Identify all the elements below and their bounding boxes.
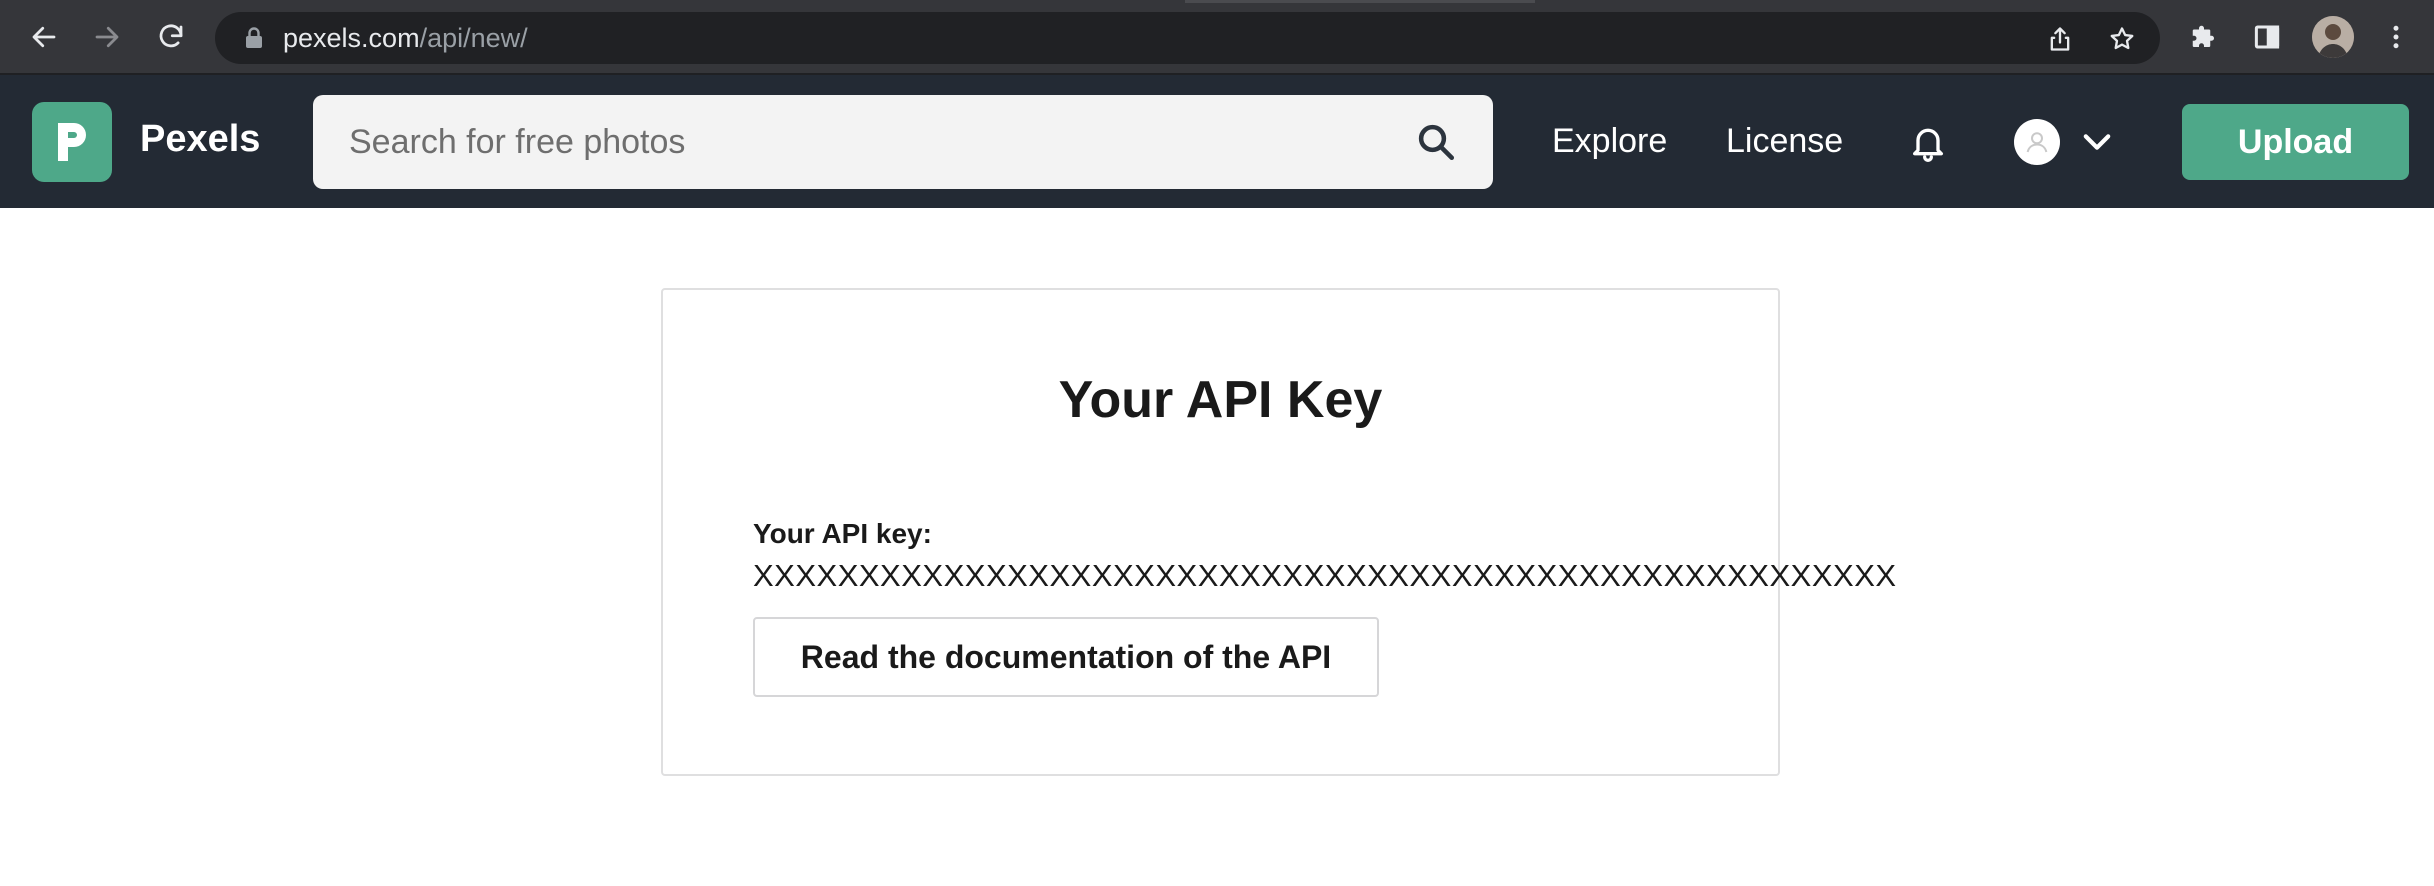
bookmark-button[interactable] bbox=[2105, 22, 2139, 56]
api-key-card: Your API Key Your API key: XXXXXXXXXXXXX… bbox=[661, 288, 1896, 776]
share-button[interactable] bbox=[2043, 22, 2077, 56]
forward-button[interactable] bbox=[87, 17, 127, 57]
extensions-button[interactable] bbox=[2184, 17, 2224, 57]
side-panel-icon bbox=[2254, 25, 2280, 49]
site-header: Pexels Explore License Upload bbox=[0, 75, 2434, 208]
page-title: Your API Key bbox=[1058, 371, 1383, 429]
browser-profile-avatar[interactable] bbox=[2312, 16, 2354, 58]
bell-icon[interactable] bbox=[1908, 121, 1948, 163]
user-avatar[interactable] bbox=[2014, 119, 2060, 165]
api-key-value[interactable]: XXXXXXXXXXXXXXXXXXXXXXXXXXXXXXXXXXXXXXXX… bbox=[753, 558, 1897, 594]
pexels-logo-icon bbox=[58, 123, 86, 161]
upload-button[interactable]: Upload bbox=[2182, 104, 2409, 180]
side-panel-button[interactable] bbox=[2247, 17, 2287, 57]
url-text: pexels.com/api/new/ bbox=[283, 23, 528, 53]
nav-explore[interactable]: Explore bbox=[1552, 122, 1667, 161]
api-key-label: Your API key: bbox=[753, 518, 932, 549]
reload-icon bbox=[159, 24, 183, 48]
read-documentation-button[interactable]: Read the documentation of the API bbox=[753, 617, 1379, 697]
user-avatar-icon bbox=[2026, 132, 2048, 153]
puzzle-icon bbox=[2192, 25, 2214, 47]
nav-license[interactable]: License bbox=[1726, 122, 1843, 161]
url-path: /api/new/ bbox=[419, 23, 528, 53]
browser-menu-button[interactable] bbox=[2376, 17, 2416, 57]
kebab-menu-icon bbox=[2393, 25, 2399, 49]
search-input[interactable] bbox=[349, 95, 1349, 189]
reload-button[interactable] bbox=[151, 17, 191, 57]
lock-icon bbox=[246, 27, 262, 48]
search-bar[interactable] bbox=[313, 95, 1493, 189]
search-icon[interactable] bbox=[1415, 121, 1457, 163]
browser-toolbar: pexels.com/api/new/ bbox=[0, 0, 2434, 75]
url-host: pexels.com bbox=[283, 23, 420, 53]
back-button[interactable] bbox=[24, 17, 64, 57]
forward-arrow-icon bbox=[95, 26, 119, 48]
pexels-logo[interactable] bbox=[32, 102, 112, 182]
chevron-down-icon[interactable] bbox=[2080, 128, 2114, 156]
back-arrow-icon bbox=[32, 26, 56, 48]
logo-text[interactable]: Pexels bbox=[140, 118, 260, 161]
tab-strip-hint bbox=[1185, 0, 1535, 3]
address-bar[interactable]: pexels.com/api/new/ bbox=[215, 12, 2160, 64]
share-icon bbox=[2050, 27, 2070, 51]
star-icon bbox=[2110, 27, 2134, 50]
profile-photo-icon bbox=[2312, 16, 2354, 58]
